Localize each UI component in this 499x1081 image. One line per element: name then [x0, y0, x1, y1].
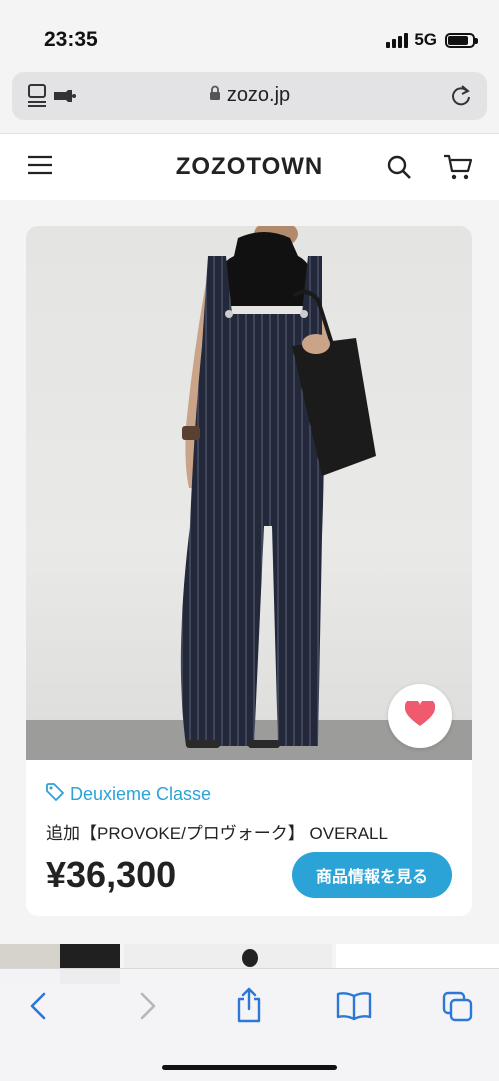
view-product-button[interactable]: 商品情報を見る [292, 852, 452, 898]
product-image[interactable] [26, 226, 472, 760]
favorite-button[interactable] [388, 684, 452, 748]
product-title: 追加【PROVOKE/プロヴォーク】 OVERALL [46, 824, 388, 843]
brand-name: Deuxieme Classe [70, 784, 212, 804]
status-indicators: 5G [386, 30, 478, 50]
bookmarks-icon[interactable] [336, 991, 372, 1026]
heart-icon [404, 698, 436, 732]
status-bar: 23:35 5G [0, 0, 499, 72]
cart-icon[interactable] [443, 153, 473, 186]
reload-icon[interactable] [449, 83, 473, 114]
product-card[interactable]: Deuxieme Classe 追加【PROVOKE/プロヴォーク】 OVERA… [26, 226, 472, 916]
network-label: 5G [414, 30, 437, 49]
url-text: zozo.jp [226, 84, 291, 106]
share-icon[interactable] [234, 987, 264, 1028]
battery-icon [445, 32, 478, 48]
product-price: ¥36,300 [46, 854, 177, 895]
status-time: 23:35 [44, 28, 98, 51]
forward-icon[interactable] [136, 991, 158, 1026]
url-display[interactable]: zozo.jp [12, 84, 487, 107]
site-logo[interactable]: ZOZOTOWN [0, 153, 499, 181]
home-indicator [162, 1065, 337, 1070]
site-header: ZOZOTOWN [0, 133, 499, 200]
brand-link[interactable]: Deuxieme Classe [46, 783, 211, 806]
address-bar[interactable]: zozo.jp [12, 72, 487, 120]
back-icon[interactable] [28, 991, 50, 1026]
tag-icon [46, 783, 64, 806]
tabs-icon[interactable] [442, 991, 474, 1028]
signal-icon [386, 32, 409, 48]
lock-icon [209, 84, 221, 107]
battery-fill [448, 35, 468, 45]
search-icon[interactable] [386, 154, 412, 185]
